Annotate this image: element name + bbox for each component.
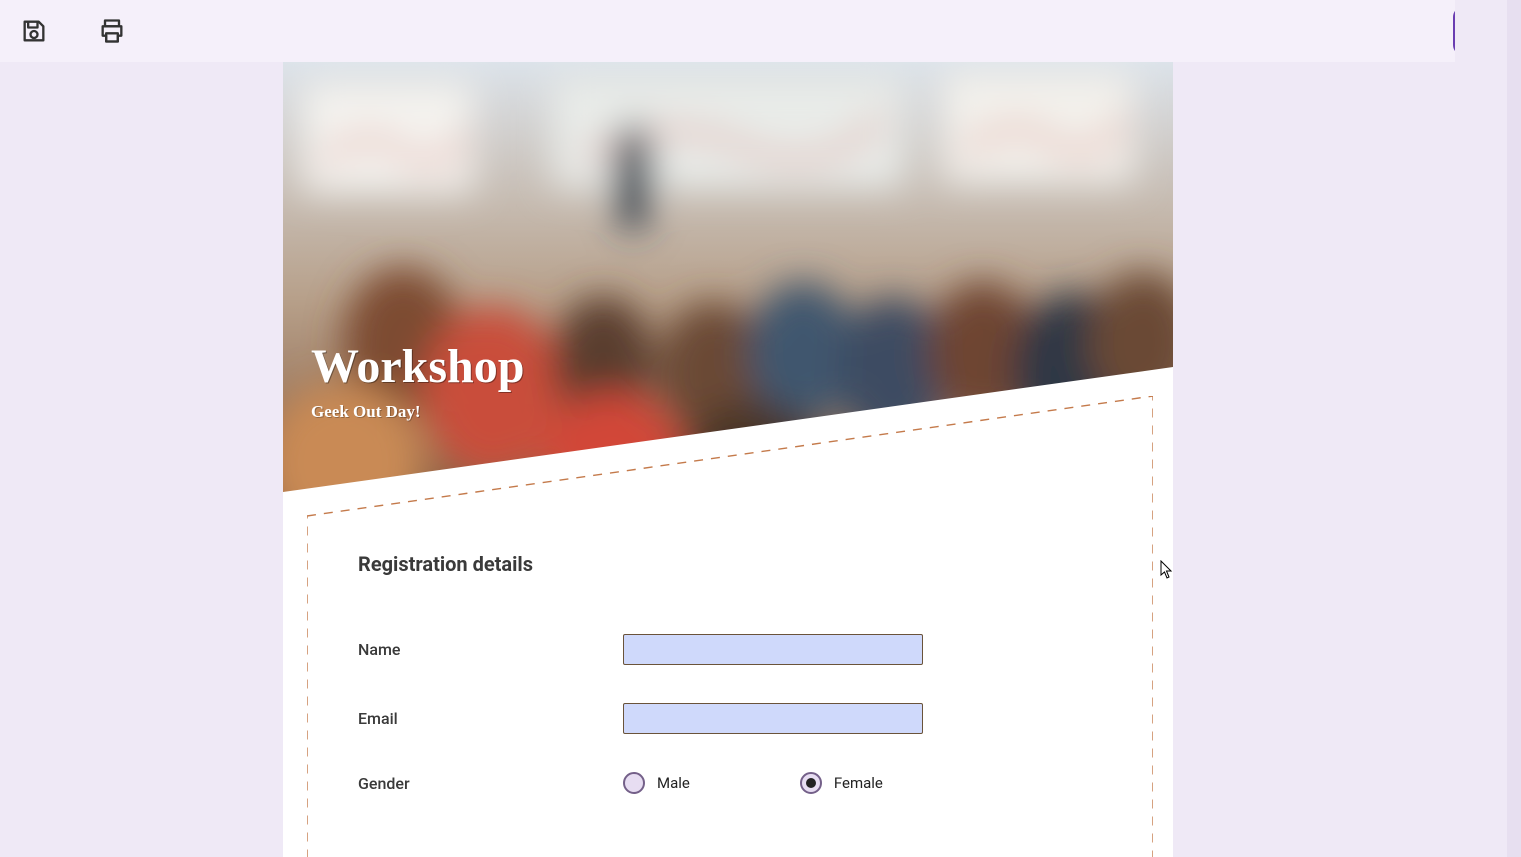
print-icon[interactable] <box>98 17 126 45</box>
save-icon[interactable] <box>20 17 48 45</box>
mouse-cursor-icon <box>1160 560 1173 580</box>
toolbar <box>0 0 1521 62</box>
right-gutter <box>1455 0 1521 857</box>
hero-bg <box>283 62 1173 492</box>
label-gender: Gender <box>358 774 623 793</box>
radio-option-female[interactable]: Female <box>800 772 883 794</box>
radio-option-male[interactable]: Male <box>623 772 690 794</box>
hero-title: Workshop <box>311 339 524 394</box>
radio-female[interactable] <box>800 772 822 794</box>
toolbar-left <box>20 17 126 45</box>
hero-subtitle: Geek Out Day! <box>311 402 524 422</box>
label-name: Name <box>358 640 623 659</box>
name-input[interactable] <box>623 634 923 665</box>
label-email: Email <box>358 709 623 728</box>
hero-image: Workshop Geek Out Day! <box>283 62 1173 492</box>
document: Workshop Geek Out Day! Registration deta… <box>283 62 1173 857</box>
scrollbar-track[interactable] <box>1507 0 1521 857</box>
radio-label-female: Female <box>834 774 883 792</box>
gender-radio-group: Male Female <box>623 772 883 794</box>
radio-male[interactable] <box>623 772 645 794</box>
row-email: Email <box>358 703 1118 734</box>
row-name: Name <box>358 634 1118 665</box>
row-gender: Gender Male Female <box>358 772 1118 794</box>
radio-label-male: Male <box>657 774 690 792</box>
section-title: Registration details <box>358 552 1118 576</box>
registration-form: Registration details Name Email Gender M… <box>358 552 1118 832</box>
email-input[interactable] <box>623 703 923 734</box>
hero-text: Workshop Geek Out Day! <box>311 339 524 422</box>
